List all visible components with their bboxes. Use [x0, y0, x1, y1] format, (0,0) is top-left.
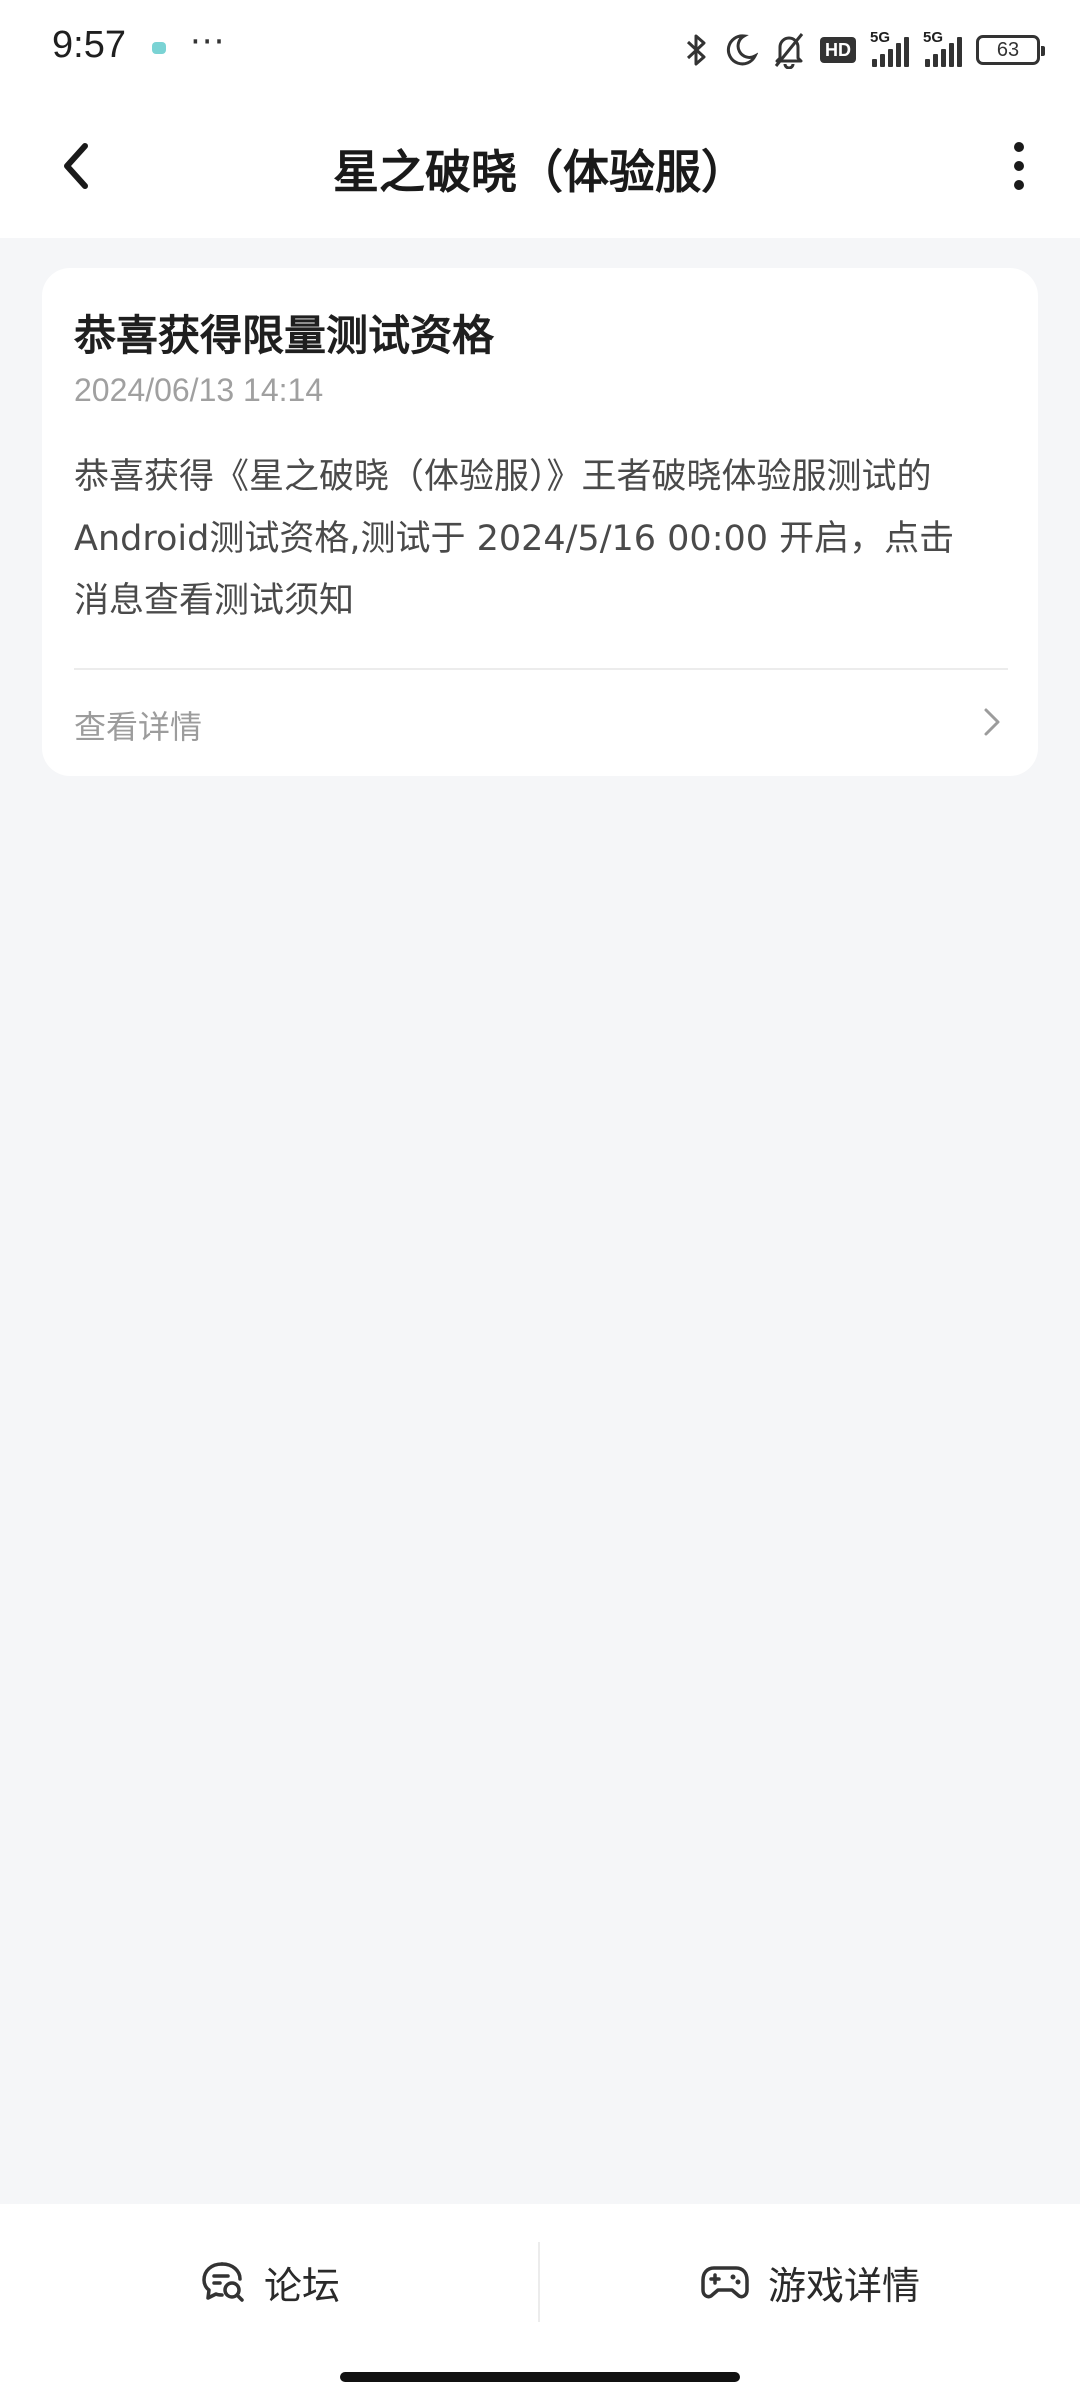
view-details-label: 查看详情	[74, 708, 203, 746]
home-indicator[interactable]	[340, 2372, 740, 2382]
game-details-button[interactable]: 游戏详情	[700, 2250, 920, 2314]
chat-search-icon	[202, 2262, 244, 2302]
bottom-divider	[538, 2242, 540, 2322]
battery-icon: 63	[976, 35, 1045, 65]
message-card: 恭喜获得限量测试资格 2024/06/13 14:14 恭喜获得《星之破晓（体验…	[42, 268, 1038, 776]
app-notification-icon	[152, 42, 166, 54]
page-title: 星之破晓（体验服）	[333, 145, 747, 199]
moon-icon	[726, 34, 758, 66]
signal-label: 5G	[870, 29, 891, 46]
message-body-line: 恭喜获得《星之破晓（体验服）》王者破晓体验服测试的	[74, 457, 932, 497]
more-notifications-icon: ···	[190, 22, 226, 62]
view-details-link[interactable]: 查看详情	[42, 670, 1038, 776]
signal-icon: 5G	[923, 29, 962, 67]
chevron-right-icon	[984, 708, 1000, 736]
message-body-line: 消息查看测试须知	[74, 581, 355, 621]
message-body-line: Android测试资格,测试于 2024/5/16 00:00 开启，点击	[74, 519, 955, 559]
message-body: 恭喜获得《星之破晓（体验服）》王者破晓体验服测试的 Android测试资格,测试…	[74, 446, 1014, 632]
signal-label: 5G	[923, 29, 944, 46]
status-bar: 9:57 ··· HD 5G 5G 63	[0, 0, 1080, 100]
gamepad-icon	[701, 2266, 749, 2299]
game-details-label: 游戏详情	[768, 2263, 921, 2308]
forum-button[interactable]: 论坛	[200, 2250, 340, 2314]
message-title: 恭喜获得限量测试资格	[74, 311, 495, 360]
bluetooth-icon	[686, 34, 706, 66]
more-vertical-icon[interactable]	[994, 136, 1044, 196]
header: 星之破晓（体验服）	[0, 100, 1080, 238]
battery-level: 63	[996, 38, 1020, 61]
forum-label: 论坛	[264, 2263, 341, 2308]
signal-icon: 5G	[870, 29, 909, 67]
silent-bell-icon	[774, 33, 804, 69]
status-icons: HD 5G 5G 63	[684, 28, 1045, 72]
bottom-bar: 论坛 游戏详情	[0, 2204, 1080, 2400]
status-time: 9:57	[52, 24, 126, 66]
message-date: 2024/06/13 14:14	[74, 372, 324, 408]
hd-icon: HD	[820, 37, 856, 63]
